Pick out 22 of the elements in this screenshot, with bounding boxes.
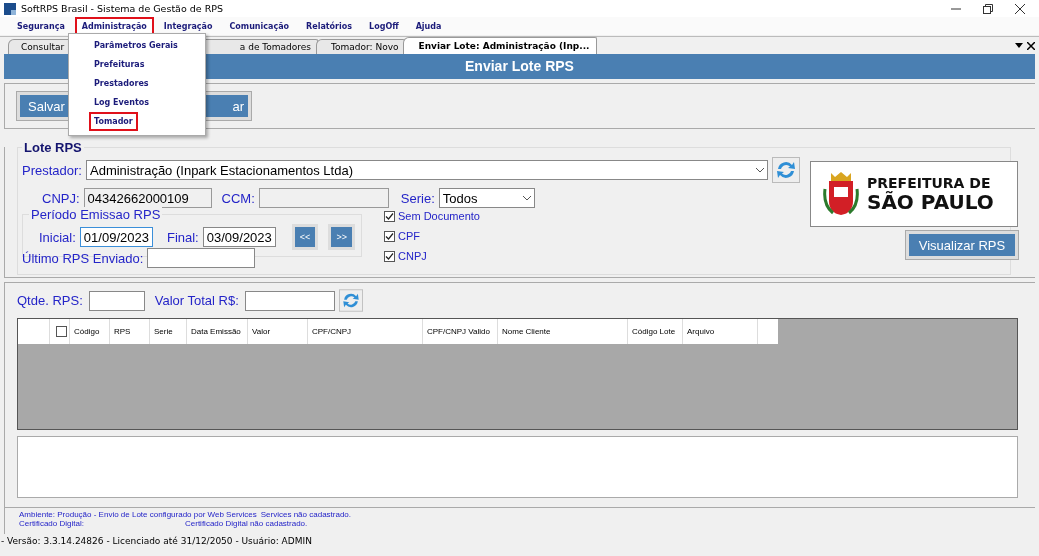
field-label: Último RPS Enviado: xyxy=(22,250,144,266)
group-title: Lote RPS xyxy=(22,140,84,155)
checkbox-label: CNPJ xyxy=(398,250,427,262)
status-bar-text: - Versão: 3.3.14.24826 - Licenciado até 31/12/2050 - Usuário: ADMIN xyxy=(1,536,312,546)
status-text: Certificado Digital não cadastrado. xyxy=(185,519,308,528)
field-label: Prestador: xyxy=(22,162,82,178)
checkbox-label: CPF xyxy=(398,230,420,242)
window-title: SoftRPS Brasil - Sistema de Gestão de RPS xyxy=(21,3,224,14)
field-label: Final: xyxy=(166,229,199,245)
checkbox-label: Sem Documento xyxy=(398,210,480,222)
field-label: Valor Total R$: xyxy=(154,293,239,308)
group-title: Período Emissao RPS xyxy=(29,207,163,222)
status-text: Services não cadastrado. xyxy=(260,510,352,519)
field-label: CNPJ: xyxy=(42,190,80,206)
status-text: Ambiente: Produção - Envio de Lote configurado por Web Services xyxy=(19,510,257,519)
logo-text: PREFEITURA DE xyxy=(867,176,992,190)
field-label: CCM: xyxy=(221,190,255,206)
field-label: Qtde. RPS: xyxy=(17,293,83,308)
status-text: Certificado Digital: xyxy=(19,519,85,528)
field-label: Inicial: xyxy=(39,229,76,245)
logo-text: SÃO PAULO xyxy=(867,192,994,212)
field-label: Serie: xyxy=(400,190,435,206)
